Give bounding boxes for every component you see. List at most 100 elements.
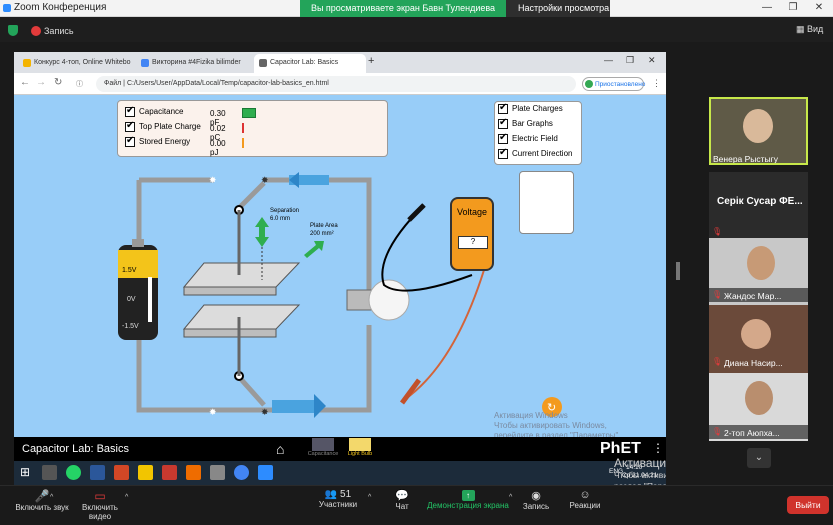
browser-tab-active[interactable]: Capacitor Lab: Basics [254,54,366,73]
word-icon[interactable] [90,465,105,480]
plus-icon[interactable]: + [368,55,374,67]
black-probe[interactable] [407,203,426,222]
start-video-button[interactable]: ▭ Включить видео [70,489,130,521]
plate-area-handle[interactable] [304,241,324,258]
unmute-button[interactable]: 🎤 Включить звук [8,489,76,512]
checkbox[interactable] [125,105,135,117]
checkbox[interactable] [498,102,508,114]
chat-label: Чат [395,502,409,511]
share-banner: Вы просматриваете экран Бавн Тулендиева … [300,0,506,30]
readout-row[interactable]: Capacitance0.30 pF [125,105,256,127]
maximize-icon[interactable]: ❐ [626,55,634,66]
sparkle-icon: ✸ [261,407,269,417]
chevron-up-icon[interactable]: ^ [125,494,128,501]
charge-bar [242,123,244,133]
separation-handle[interactable] [255,217,269,247]
chevron-up-icon[interactable]: ^ [50,494,53,501]
powerpoint-icon[interactable] [114,465,129,480]
checkbox[interactable] [125,120,135,132]
participant-video [743,109,773,143]
capacitance-thumb-icon [312,438,334,451]
recording-label: Запись [44,26,74,36]
more-icon[interactable]: ⋮ [652,78,661,89]
capacitor[interactable] [182,210,302,376]
resize-handle[interactable] [676,262,680,280]
forward-icon[interactable]: → [36,77,46,88]
readout-label: Top Plate Charge [139,122,201,132]
screen-label: Capacitance [307,451,339,457]
video-off-icon: ▭ [94,489,106,503]
sparkle-icon: ✸ [209,407,217,417]
participant-tile[interactable]: Венера Рыстыгу [709,97,808,165]
pdf-icon[interactable] [162,465,177,480]
checkbox[interactable] [125,135,135,147]
readout-row[interactable]: Stored Energy 0.00 pJ [125,135,244,157]
zoom-app-icon[interactable] [258,465,273,480]
browser-tabs: Конкурс 4-топ, Online Whitebo Викторина … [14,52,666,73]
menu-icon[interactable]: ⋮ [652,441,664,455]
chevron-down-icon[interactable]: ⌄ [747,448,771,468]
option-label: Electric Field [512,134,558,144]
minimize-icon[interactable]: — [604,55,613,65]
whatsapp-icon[interactable] [66,465,81,480]
participant-tile[interactable]: Серік Сусар ФЕ... 🎙 [709,172,808,240]
option-electric-field[interactable]: Electric Field [498,132,558,148]
battery-zero-voltage: 0V [127,296,136,303]
reactions-button[interactable]: ☺ Реакции [565,489,605,510]
checkbox[interactable] [498,132,508,144]
windows-start-icon[interactable]: ⊞ [20,465,30,479]
folder-icon[interactable] [138,465,153,480]
screen-light-bulb[interactable]: Light Bulb [343,437,377,459]
light-bulb[interactable] [346,279,410,321]
sim-watermark-title: Активация Windows [494,411,568,420]
chrome-icon[interactable] [234,465,249,480]
info-icon[interactable]: ⓘ [76,79,83,89]
option-current-direction[interactable]: Current Direction [498,147,572,163]
checkbox[interactable] [498,117,508,129]
url-field[interactable]: Файл | C:/Users/User/AppData/Local/Temp/… [96,76,576,92]
browser-tab[interactable]: Конкурс 4-топ, Online Whitebo [18,54,134,73]
maximize-icon[interactable]: ❐ [786,1,800,15]
option-bar-graphs[interactable]: Bar Graphs [498,117,553,133]
minimize-icon[interactable]: — [760,1,774,15]
app-icon[interactable] [210,465,225,480]
view-options-button[interactable]: Настройки просмотра ▾ [506,0,610,30]
close-icon[interactable]: ✕ [648,55,656,66]
url-text: C:/Users/User/AppData/Local/Temp/capacit… [126,80,329,87]
chat-button[interactable]: 💬 Чат [388,489,416,511]
reload-icon[interactable]: ↻ [54,77,62,88]
leave-button[interactable]: Выйти [787,496,829,514]
browser-tab[interactable]: Викторина #4Fizika bilimder [136,54,252,73]
participants-button[interactable]: 👥 51 Участники [316,489,360,509]
app-icon[interactable] [186,465,201,480]
view-options-label: Настройки просмотра [518,3,610,13]
share-screen-button[interactable]: ↑ Демонстрация экрана [425,489,511,510]
close-icon[interactable]: ✕ [812,1,826,15]
home-icon[interactable]: ⌂ [276,441,284,457]
option-plate-charges[interactable]: Plate Charges [498,102,563,118]
shield-icon[interactable] [8,25,18,36]
participant-tile[interactable]: 🎙 Диана Насир... [709,305,808,373]
readout-row[interactable]: Top Plate Charge0.02 pC [125,120,244,142]
search-icon[interactable] [42,465,57,480]
chevron-up-icon[interactable]: ^ [368,494,371,501]
reactions-label: Реакции [569,501,601,510]
participant-tile[interactable]: 🎙 Жандос Мар... [709,238,808,306]
option-label: Bar Graphs [512,119,553,129]
plate-area-value: 200 mm² [310,231,334,237]
zoom-logo-icon [3,4,11,12]
paused-button[interactable]: Приостановлено [582,77,646,91]
whiteboard-icon [23,59,31,67]
record-button[interactable]: ◉ Запись [518,489,554,511]
participant-tile[interactable]: 🎙 2-топ Аюпха... [709,373,808,441]
back-icon[interactable]: ← [20,77,30,88]
screen-capacitance[interactable]: Capacitance [307,437,339,459]
participant-video [747,246,775,280]
gallery-view-button[interactable]: ▦ Вид [796,24,823,35]
paused-label: Приостановлено [595,81,646,88]
readout-label: Stored Energy [139,137,191,147]
toolbox-panel[interactable] [519,171,574,234]
red-probe[interactable] [399,378,422,405]
checkbox[interactable] [498,147,508,159]
chevron-up-icon[interactable]: ^ [509,494,512,501]
